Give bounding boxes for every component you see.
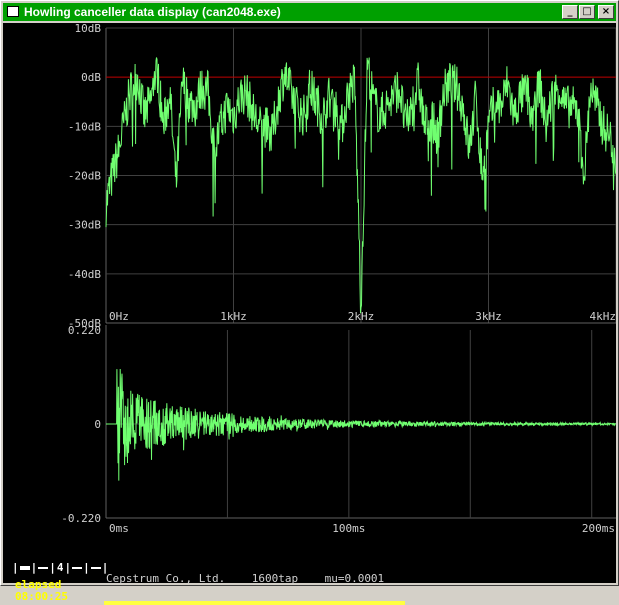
spectrum-ytick-label: 10dB	[75, 23, 102, 35]
spectrum-xtick-label: 1kHz	[220, 310, 247, 323]
impulse-xtick-label: 100ms	[332, 522, 365, 535]
progress-bar	[104, 601, 405, 605]
display-area: 10dB 0dB -10dB -20dB -30dB -40dB -50dB 0Hz 1kHz 2…	[3, 23, 617, 605]
spectrum-ytick-label: -40dB	[68, 268, 101, 281]
spectrum-ytick-label: -20dB	[68, 170, 101, 183]
impulse-ytick-label: 0	[94, 418, 101, 431]
window-title: Howling canceller data display (can2048.…	[24, 5, 281, 19]
impulse-xtick-label: 200ms	[582, 522, 615, 535]
spectrum-xtick-label: 0Hz	[109, 310, 129, 323]
spectrum-xtick-label: 4kHz	[590, 310, 617, 323]
spectrum-ytick-label: -10dB	[68, 120, 101, 133]
app-window: Howling canceller data display (can2048.…	[0, 0, 619, 605]
close-button[interactable]: ×	[598, 5, 614, 19]
maximize-button[interactable]: □	[579, 5, 595, 19]
channel-selector[interactable]: | | |4| | |	[12, 561, 109, 575]
elapsed-time: 08:00:25	[15, 590, 68, 603]
app-icon[interactable]	[7, 6, 19, 17]
impulse-xtick-label: 0ms	[109, 522, 129, 535]
status-line: Cepstrum Co., Ltd. 1600tap mu=0.0001	[106, 572, 384, 585]
elapsed-label: elapsed	[15, 578, 62, 591]
tap-count: 1600tap	[251, 572, 299, 585]
impulse-ytick-label: 0.220	[68, 324, 101, 337]
plots-canvas: 10dB0dB-10dB-20dB-30dB-40dB-50dB0Hz 1kHz 2…	[61, 23, 617, 535]
elapsed-readout: elapsed 08:00:25	[15, 579, 68, 603]
mu-value: mu=0.0001	[324, 572, 385, 585]
spectrum-xtick-label: 3kHz	[475, 310, 502, 323]
spectrum-ytick-label: 0dB	[81, 71, 101, 84]
company-name: Cepstrum Co., Ltd.	[106, 572, 226, 585]
spectrum-ytick-label: -30dB	[68, 219, 101, 232]
impulse-ytick-label: -0.220	[61, 512, 101, 525]
minimize-button[interactable]: _	[562, 5, 578, 19]
title-bar[interactable]: Howling canceller data display (can2048.…	[3, 3, 616, 21]
impulse-trace	[106, 368, 616, 481]
